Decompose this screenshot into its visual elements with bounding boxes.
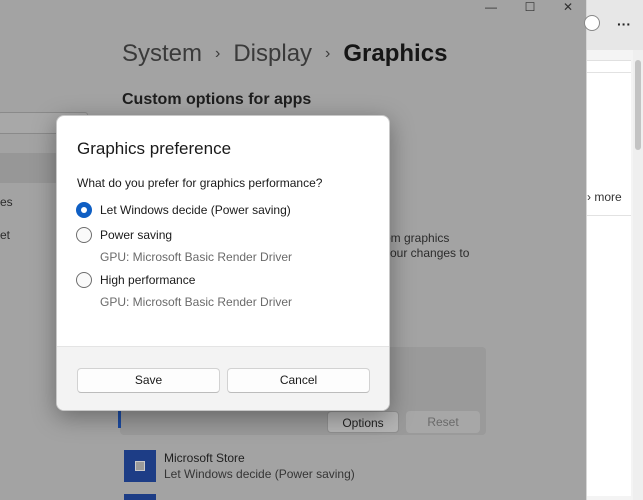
breadcrumb-display[interactable]: Display (233, 40, 312, 67)
reset-button[interactable]: Reset (406, 411, 480, 433)
section-title: Custom options for apps (122, 91, 312, 108)
more-link[interactable]: › more (587, 190, 622, 204)
app-name[interactable]: Microsoft Store (164, 451, 245, 465)
browser-toolbar: ··· (584, 0, 643, 50)
graphics-preference-dialog: Graphics preference What do you prefer f… (56, 115, 390, 411)
chevron-right-icon: › (215, 45, 221, 62)
radio-label[interactable]: Let Windows decide (Power saving) (100, 203, 291, 217)
radio-checked-icon[interactable] (76, 202, 92, 218)
scrollbar-thumb[interactable] (635, 60, 641, 150)
save-button[interactable]: Save (77, 368, 220, 393)
radio-let-windows-decide[interactable]: Let Windows decide (Power saving) (76, 202, 291, 218)
breadcrumb-system[interactable]: System (122, 40, 202, 67)
microsoft-store-icon (124, 450, 156, 482)
radio-label[interactable]: High performance (100, 273, 195, 287)
gpu-info: GPU: Microsoft Basic Render Driver (100, 295, 293, 309)
description-text: your changes to (384, 246, 470, 260)
app-preference: Let Windows decide (Power saving) (164, 467, 355, 481)
profile-avatar[interactable] (584, 15, 600, 31)
page-title: Graphics (343, 40, 448, 67)
divider (587, 72, 631, 73)
more-menu-icon[interactable]: ··· (617, 16, 631, 32)
radio-high-performance[interactable]: High performance (76, 272, 195, 288)
app-icon (124, 494, 156, 500)
breadcrumb: System › Display › Graphics (122, 40, 447, 68)
gpu-info: GPU: Microsoft Basic Render Driver (100, 250, 293, 264)
sidebar-item-label[interactable]: et (0, 228, 10, 242)
sidebar-item-label[interactable]: es (0, 195, 13, 209)
cancel-button[interactable]: Cancel (227, 368, 370, 393)
dialog-footer: Save Cancel (57, 346, 389, 410)
radio-power-saving[interactable]: Power saving (76, 227, 172, 243)
options-button[interactable]: Options (327, 411, 399, 433)
maximize-button[interactable]: ☐ (512, 0, 548, 14)
browser-window: ··· › more (584, 0, 643, 500)
minimize-button[interactable]: — (473, 0, 509, 14)
chevron-right-icon: › (325, 45, 331, 62)
radio-label[interactable]: Power saving (100, 228, 172, 242)
dialog-title: Graphics preference (77, 139, 232, 158)
radio-unchecked-icon[interactable] (76, 272, 92, 288)
dialog-question: What do you prefer for graphics performa… (77, 176, 323, 190)
radio-unchecked-icon[interactable] (76, 227, 92, 243)
browser-panel (587, 60, 631, 496)
divider (587, 215, 631, 216)
description-text: om graphics (384, 231, 450, 245)
close-button[interactable]: ✕ (550, 0, 586, 14)
